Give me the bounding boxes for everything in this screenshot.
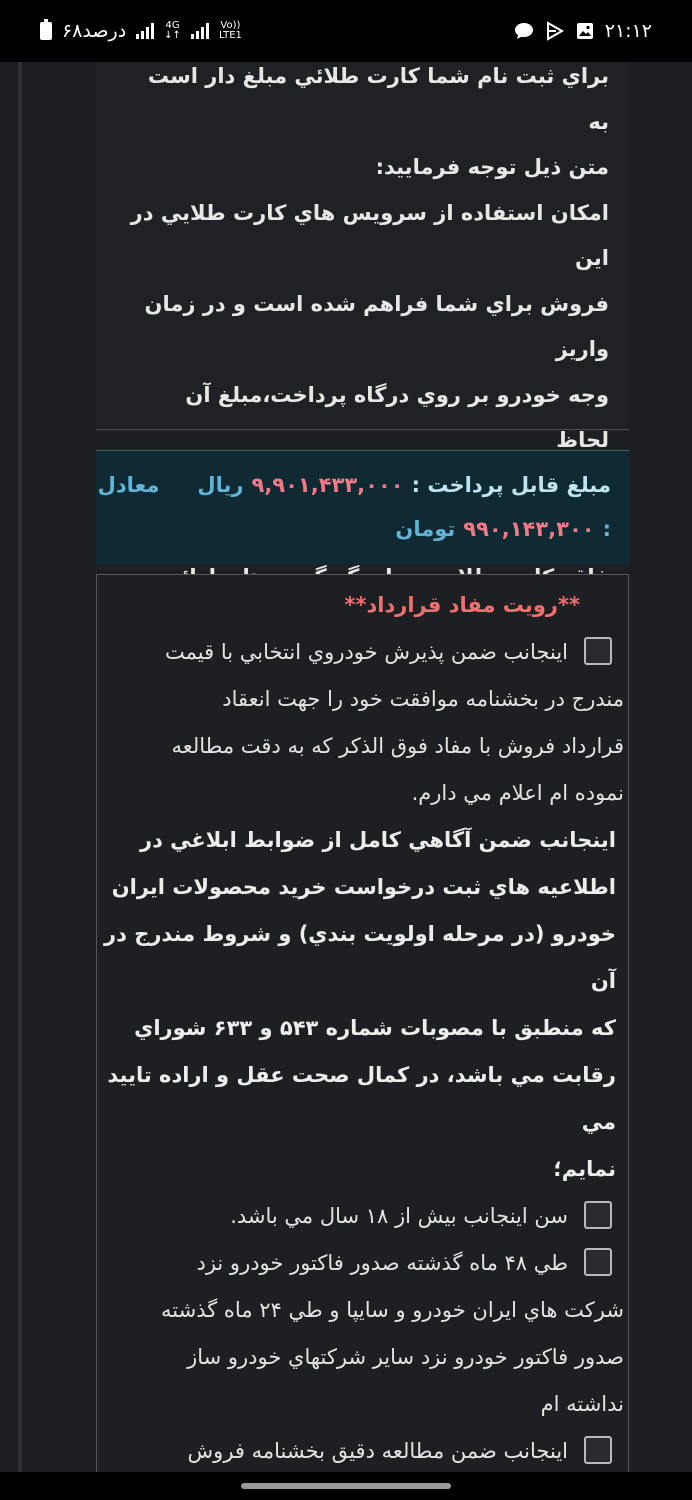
status-left: ۶۸درصد 4G ↓↑ Vo)) LTE1 <box>40 19 242 42</box>
term-no-invoice-text: طي ۴۸ ماه گذشته صدور فاكتور خودرو نزد شر… <box>161 1251 624 1416</box>
payment-amount-box: مبلغ قابل پرداخت : ۹,۹۰۱,۴۳۳,۰۰۰ ريال مع… <box>96 450 629 564</box>
contract-terms-box: **رويت مفاد قرارداد** اينجانب ضمن پذيرش … <box>96 574 629 1472</box>
term-accept-contract: اينجانب ضمن پذيرش خودروي انتخابي با قيمت… <box>101 629 624 817</box>
gallery-icon <box>575 21 595 41</box>
gesture-navigation-bar <box>0 1472 692 1500</box>
volte-icon: Vo)) LTE1 <box>218 20 242 41</box>
battery-icon <box>40 19 52 40</box>
battery-text: ۶۸درصد <box>62 20 127 42</box>
term-family-support: اينجانب ضمن مطالعه دقيق بخشنامه فروش طرح… <box>101 1428 624 1472</box>
signal-icon <box>136 23 155 39</box>
term-age-text: سن اينجانب بيش از ۱۸ سال مي باشد. <box>230 1204 568 1228</box>
payment-rial-line: مبلغ قابل پرداخت : ۹,۹۰۱,۴۳۳,۰۰۰ ريال مع… <box>98 463 611 507</box>
payment-rial-value: ۹,۹۰۱,۴۳۳,۰۰۰ <box>251 473 404 497</box>
no-invoice-checkbox[interactable] <box>584 1248 612 1276</box>
status-bar: ۶۸درصد 4G ↓↑ Vo)) LTE1 ۲۱:۱۲ <box>0 0 692 62</box>
payment-rial-unit: ريال <box>197 473 244 497</box>
status-right: ۲۱:۱۲ <box>513 20 652 42</box>
payment-toman-prefix: : <box>602 517 611 541</box>
payment-equal-label: معادل <box>97 473 160 497</box>
clock: ۲۱:۱۲ <box>604 20 652 42</box>
term-no-invoice: طي ۴۸ ماه گذشته صدور فاكتور خودرو نزد شر… <box>101 1240 624 1428</box>
golden-card-notice: براي ثبت نام شما كارت طلائي مبلغ دار است… <box>96 62 629 680</box>
payment-toman-value: ۹۹۰,۱۴۳,۳۰۰ <box>463 517 595 541</box>
accept-contract-checkbox[interactable] <box>584 637 612 665</box>
term-age: سن اينجانب بيش از ۱۸ سال مي باشد. <box>101 1193 624 1240</box>
term-family-support-text: اينجانب ضمن مطالعه دقيق بخشنامه فروش طرح… <box>187 1439 568 1463</box>
payment-label: مبلغ قابل پرداخت : <box>411 473 611 497</box>
payment-toman-unit: تومان <box>395 517 456 541</box>
term-accept-contract-text: اينجانب ضمن پذيرش خودروي انتخابي با قيمت… <box>165 640 624 805</box>
age-checkbox[interactable] <box>584 1201 612 1229</box>
network-4g-icon: 4G ↓↑ <box>164 20 181 41</box>
payment-toman-line: : ۹۹۰,۱۴۳,۳۰۰ تومان <box>114 507 611 551</box>
declaration-text: اينجانب ضمن آگاهي كامل از ضوابط ابلاغي د… <box>104 828 616 1181</box>
family-support-checkbox[interactable] <box>584 1436 612 1464</box>
signal-icon <box>190 23 209 39</box>
contract-terms-title: **رويت مفاد قرارداد** <box>344 593 580 617</box>
chat-bubble-icon <box>513 21 535 41</box>
web-page[interactable]: براي ثبت نام شما كارت طلائي مبلغ دار است… <box>0 62 692 1472</box>
play-icon <box>545 21 565 41</box>
home-gesture-handle[interactable] <box>241 1483 451 1489</box>
page-left-border <box>18 62 22 1472</box>
